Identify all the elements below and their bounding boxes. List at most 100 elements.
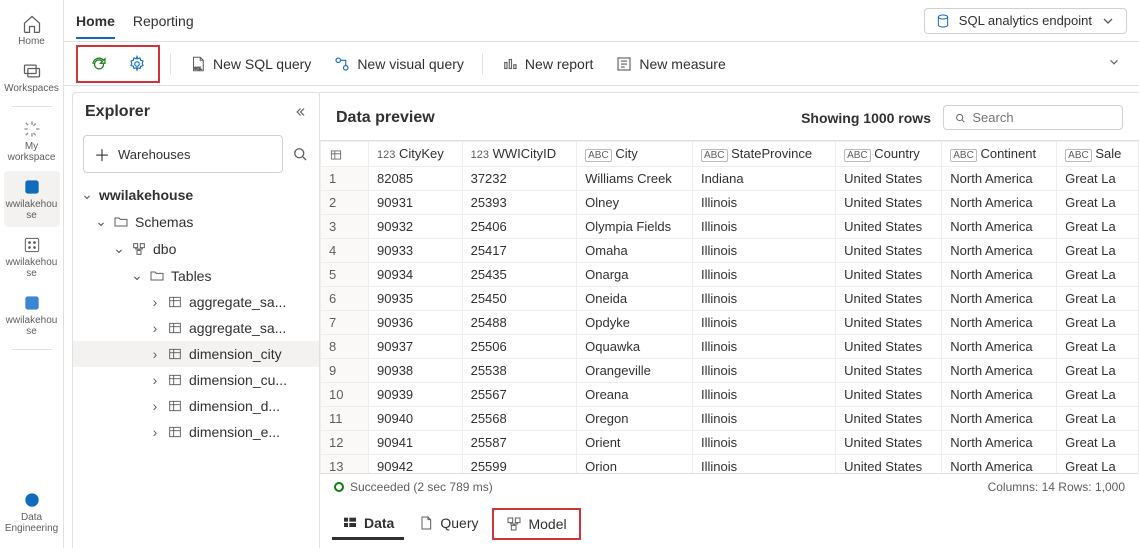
table-cell[interactable]: Opdyke <box>577 310 693 334</box>
table-cell[interactable]: Great La <box>1057 358 1139 382</box>
table-cell[interactable]: Orient <box>577 430 693 454</box>
table-cell[interactable]: Illinois <box>692 358 835 382</box>
table-cell[interactable]: Great La <box>1057 334 1139 358</box>
tree-table-item[interactable]: ›dimension_d... <box>73 393 319 419</box>
table-cell[interactable]: 90941 <box>369 430 463 454</box>
table-cell[interactable]: 90939 <box>369 382 463 406</box>
bottom-tab-model-highlight[interactable]: Model <box>492 508 580 540</box>
table-cell[interactable]: North America <box>942 166 1057 190</box>
table-cell[interactable]: Great La <box>1057 406 1139 430</box>
table-cell[interactable]: Great La <box>1057 166 1139 190</box>
table-cell[interactable]: Great La <box>1057 190 1139 214</box>
table-cell[interactable]: United States <box>836 190 942 214</box>
tree-table-item[interactable]: ›aggregate_sa... <box>73 315 319 341</box>
table-cell[interactable]: Great La <box>1057 430 1139 454</box>
table-cell[interactable]: 90940 <box>369 406 463 430</box>
new-visual-query-button[interactable]: New visual query <box>325 49 472 79</box>
table-row[interactable]: 79093625488OpdykeIllinoisUnited StatesNo… <box>321 310 1139 334</box>
table-cell[interactable]: Oreana <box>577 382 693 406</box>
table-row[interactable]: 99093825538OrangevilleIllinoisUnited Sta… <box>321 358 1139 382</box>
table-cell[interactable]: United States <box>836 406 942 430</box>
column-header[interactable]: ABC City <box>577 142 693 167</box>
table-cell[interactable]: United States <box>836 238 942 262</box>
table-cell[interactable]: 90933 <box>369 238 463 262</box>
search-box[interactable] <box>943 105 1123 130</box>
refresh-button[interactable] <box>82 49 116 79</box>
rail-my-workspace[interactable]: My workspace <box>4 113 60 169</box>
tree-table-item[interactable]: ›aggregate_sa... <box>73 289 319 315</box>
table-cell[interactable]: 25450 <box>462 286 577 310</box>
table-cell[interactable]: North America <box>942 238 1057 262</box>
table-cell[interactable]: North America <box>942 286 1057 310</box>
rail-data-engineering[interactable]: Data Engineering <box>4 484 60 540</box>
table-cell[interactable]: 25599 <box>462 454 577 473</box>
rail-home[interactable]: Home <box>4 8 60 53</box>
table-cell[interactable]: Great La <box>1057 286 1139 310</box>
rail-wwilakehouse-2[interactable]: wwilakehou se <box>4 229 60 285</box>
new-measure-button[interactable]: New measure <box>607 49 733 79</box>
tab-reporting[interactable]: Reporting <box>133 3 194 39</box>
table-cell[interactable]: Illinois <box>692 238 835 262</box>
table-row[interactable]: 129094125587OrientIllinoisUnited StatesN… <box>321 430 1139 454</box>
column-header[interactable]: ABC StateProvince <box>692 142 835 167</box>
table-cell[interactable]: United States <box>836 214 942 238</box>
new-report-button[interactable]: New report <box>493 49 601 79</box>
table-cell[interactable]: Great La <box>1057 310 1139 334</box>
table-cell[interactable]: Great La <box>1057 214 1139 238</box>
table-cell[interactable]: Omaha <box>577 238 693 262</box>
column-header[interactable]: 123 WWICityID <box>462 142 577 167</box>
table-cell[interactable]: North America <box>942 190 1057 214</box>
table-row[interactable]: 29093125393OlneyIllinoisUnited StatesNor… <box>321 190 1139 214</box>
bottom-tab-data[interactable]: Data <box>332 509 404 540</box>
table-cell[interactable]: 25488 <box>462 310 577 334</box>
table-cell[interactable]: Illinois <box>692 454 835 473</box>
table-cell[interactable]: United States <box>836 454 942 473</box>
table-cell[interactable]: 25435 <box>462 262 577 286</box>
table-cell[interactable]: 25587 <box>462 430 577 454</box>
table-row[interactable]: 49093325417OmahaIllinoisUnited StatesNor… <box>321 238 1139 262</box>
table-cell[interactable]: Oneida <box>577 286 693 310</box>
column-header[interactable]: ABC Country <box>836 142 942 167</box>
table-cell[interactable]: 90937 <box>369 334 463 358</box>
table-row[interactable]: 89093725506OquawkaIllinoisUnited StatesN… <box>321 334 1139 358</box>
table-cell[interactable]: Illinois <box>692 430 835 454</box>
tree-table-item[interactable]: ›dimension_city <box>73 341 319 367</box>
table-cell[interactable]: United States <box>836 358 942 382</box>
tab-home[interactable]: Home <box>76 3 115 39</box>
table-cell[interactable]: North America <box>942 454 1057 473</box>
table-cell[interactable]: United States <box>836 334 942 358</box>
table-cell[interactable]: 90934 <box>369 262 463 286</box>
table-cell[interactable]: Great La <box>1057 262 1139 286</box>
table-cell[interactable]: 25538 <box>462 358 577 382</box>
toolbar-overflow-button[interactable] <box>1101 49 1127 78</box>
table-cell[interactable]: 90931 <box>369 190 463 214</box>
table-cell[interactable]: Illinois <box>692 382 835 406</box>
settings-button[interactable] <box>120 49 154 79</box>
tree-table-item[interactable]: ›dimension_cu... <box>73 367 319 393</box>
table-cell[interactable]: United States <box>836 382 942 406</box>
rail-workspaces[interactable]: Workspaces <box>4 55 60 100</box>
table-cell[interactable]: Great La <box>1057 454 1139 473</box>
table-cell[interactable]: 37232 <box>462 166 577 190</box>
table-cell[interactable]: North America <box>942 334 1057 358</box>
rail-wwilakehouse-1[interactable]: wwilakehou se <box>4 171 60 227</box>
table-cell[interactable]: 25393 <box>462 190 577 214</box>
table-cell[interactable]: Illinois <box>692 334 835 358</box>
table-cell[interactable]: Oregon <box>577 406 693 430</box>
table-row[interactable]: 59093425435OnargaIllinoisUnited StatesNo… <box>321 262 1139 286</box>
table-cell[interactable]: 25417 <box>462 238 577 262</box>
table-cell[interactable]: 90938 <box>369 358 463 382</box>
table-cell[interactable]: United States <box>836 286 942 310</box>
bottom-tab-query[interactable]: Query <box>408 509 488 540</box>
table-cell[interactable]: Orion <box>577 454 693 473</box>
table-row[interactable]: 69093525450OneidaIllinoisUnited StatesNo… <box>321 286 1139 310</box>
column-header[interactable]: ABC Sale <box>1057 142 1139 167</box>
table-row[interactable]: 119094025568OregonIllinoisUnited StatesN… <box>321 406 1139 430</box>
table-cell[interactable]: North America <box>942 310 1057 334</box>
table-cell[interactable]: United States <box>836 310 942 334</box>
search-input[interactable] <box>972 110 1112 125</box>
table-row[interactable]: 109093925567OreanaIllinoisUnited StatesN… <box>321 382 1139 406</box>
rail-wwilakehouse-3[interactable]: wwilakehou se <box>4 287 60 343</box>
collapse-panel-icon[interactable] <box>293 105 307 119</box>
table-cell[interactable]: Illinois <box>692 310 835 334</box>
